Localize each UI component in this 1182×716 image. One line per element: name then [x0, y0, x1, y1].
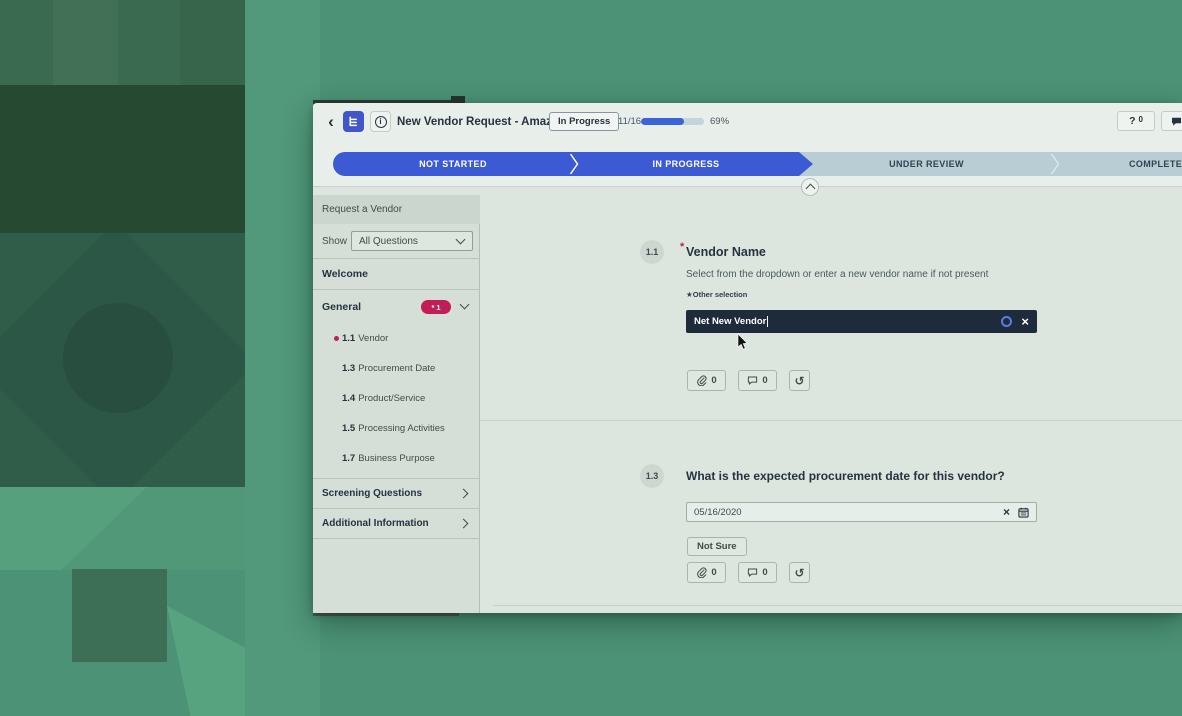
- sidebar-header: Request a Vendor: [313, 195, 480, 224]
- stepper-separator-icon: [1050, 152, 1060, 176]
- chat-filled-icon: [1171, 116, 1182, 127]
- tree-icon: [348, 116, 359, 127]
- procurement-date-input[interactable]: 05/16/2020 ×: [686, 502, 1037, 522]
- status-badge: In Progress: [549, 112, 619, 131]
- progress-percent: 69%: [710, 112, 729, 131]
- history-button[interactable]: ↺: [789, 562, 810, 583]
- sidebar-section-additional-information[interactable]: Additional Information: [313, 509, 480, 538]
- sidebar-header-label: Request a Vendor: [322, 204, 402, 215]
- sidebar-item-general[interactable]: General *1: [313, 290, 480, 323]
- bg-strip-light: [245, 0, 320, 716]
- clear-input-icon[interactable]: ×: [1021, 310, 1029, 333]
- screen: ‹ i New Vendor Request - Amazo... In Pro…: [0, 0, 1182, 716]
- paperclip-icon: [696, 375, 707, 386]
- stepper-stage-under-review[interactable]: UNDER REVIEW: [799, 152, 1054, 176]
- header-divider: [313, 186, 1182, 187]
- comments-count: 0: [762, 375, 767, 386]
- sidebar-item-1-3-procurement-date[interactable]: 1.3 Procurement Date: [313, 353, 480, 383]
- question-description: Select from the dropdown or enter a new …: [686, 269, 988, 280]
- question-title: What is the expected procurement date fo…: [686, 469, 1005, 483]
- chevron-right-icon: [459, 489, 469, 499]
- history-button[interactable]: ↺: [789, 370, 810, 391]
- vendor-name-value: Net New Vendor: [694, 316, 766, 327]
- chevron-down-icon: [456, 235, 466, 245]
- stepper-stage-not-started[interactable]: NOT STARTED: [333, 152, 573, 176]
- sidebar: Request a Vendor Show All Questions Welc…: [313, 195, 480, 613]
- comments-count: 0: [762, 567, 767, 578]
- attachments-count: 0: [711, 567, 716, 578]
- history-icon: ↺: [794, 567, 804, 579]
- required-dot-icon: [334, 336, 339, 341]
- bg-square: [72, 569, 167, 662]
- bg-teal-rect: [0, 233, 245, 487]
- attachments-button[interactable]: 0: [687, 562, 726, 583]
- attachments-count: 0: [711, 375, 716, 386]
- sidebar-section-screening-questions[interactable]: Screening Questions: [313, 479, 480, 508]
- window-title: New Vendor Request - Amazo...: [397, 111, 568, 133]
- app-window: ‹ i New Vendor Request - Amazo... In Pro…: [313, 103, 1182, 613]
- progress-count: 11/16: [618, 112, 641, 131]
- sidebar-item-1-1-vendor[interactable]: 1.1 Vendor: [313, 323, 480, 353]
- comment-icon: [747, 567, 758, 578]
- bg-dark-rect: [0, 85, 245, 233]
- bottom-divider: [493, 605, 1182, 606]
- clear-date-icon[interactable]: ×: [1003, 503, 1010, 521]
- paperclip-icon: [696, 567, 707, 578]
- comments-button[interactable]: 0: [738, 562, 777, 583]
- sidebar-item-1-5-processing-activities[interactable]: 1.5 Processing Activities: [313, 413, 480, 443]
- collapse-stepper-button[interactable]: [801, 178, 819, 196]
- show-label: Show: [322, 236, 347, 247]
- chevron-up-icon: [805, 184, 815, 194]
- info-icon: i: [375, 116, 387, 128]
- sidebar-item-1-4-product-service[interactable]: 1.4 Product/Service: [313, 383, 480, 413]
- progress-bar: [641, 118, 704, 125]
- chevron-down-icon: [460, 300, 470, 310]
- general-alert-badge: *1: [421, 300, 451, 314]
- question-title: Vendor Name: [686, 245, 766, 259]
- text-caret: [767, 316, 768, 327]
- history-icon: ↺: [794, 375, 804, 387]
- stepper-stage-in-progress[interactable]: IN PROGRESS: [573, 152, 799, 176]
- bg-bottom-wedge: [167, 606, 245, 716]
- help-count: 0: [1138, 115, 1142, 124]
- spinner-icon: [1001, 316, 1012, 327]
- outline-tree-button[interactable]: [343, 111, 364, 132]
- chevron-right-icon: [459, 519, 469, 529]
- sidebar-item-1-7-business-purpose[interactable]: 1.7 Business Purpose: [313, 443, 480, 473]
- filter-value: All Questions: [359, 236, 418, 247]
- questions-filter-select[interactable]: All Questions: [351, 231, 473, 251]
- back-button[interactable]: ‹: [323, 111, 339, 133]
- chat-button[interactable]: 0: [1161, 111, 1182, 131]
- bg-circle: [63, 303, 173, 413]
- calendar-icon[interactable]: [1018, 507, 1029, 518]
- required-asterisk: *: [680, 241, 684, 253]
- question-icon: ?: [1129, 115, 1135, 127]
- info-button[interactable]: i: [370, 111, 391, 132]
- stepper-separator-icon: [569, 152, 579, 176]
- attachments-button[interactable]: 0: [687, 370, 726, 391]
- star-icon: ★: [686, 290, 693, 299]
- progress-bar-fill: [641, 118, 684, 125]
- question-number-badge: 1.1: [640, 240, 664, 264]
- question-divider: [480, 420, 1182, 421]
- stepper-stage-completed[interactable]: COMPLETED: [1064, 152, 1182, 176]
- procurement-date-value: 05/16/2020: [694, 507, 742, 518]
- help-button[interactable]: ? 0: [1117, 111, 1155, 131]
- question-number-badge: 1.3: [640, 464, 664, 488]
- show-filter-row: Show All Questions: [313, 224, 480, 258]
- other-selection-tag: ★Other selection: [686, 290, 747, 299]
- sidebar-divider: [313, 538, 480, 539]
- comments-button[interactable]: 0: [738, 370, 777, 391]
- comment-icon: [747, 375, 758, 386]
- sidebar-item-welcome[interactable]: Welcome: [313, 259, 480, 289]
- not-sure-button[interactable]: Not Sure: [687, 537, 747, 556]
- mouse-cursor: [737, 334, 748, 350]
- vendor-name-input[interactable]: Net New Vendor ×: [686, 310, 1037, 333]
